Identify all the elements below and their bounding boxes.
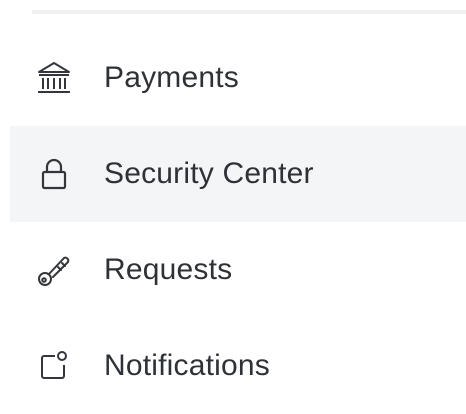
- menu-item-security-center[interactable]: Security Center: [10, 126, 466, 222]
- lock-icon: [34, 154, 74, 194]
- top-divider: [32, 10, 466, 14]
- menu-item-requests[interactable]: Requests: [10, 222, 466, 318]
- menu-item-label: Requests: [104, 253, 233, 286]
- menu-item-notifications[interactable]: Notifications: [10, 318, 466, 414]
- menu-item-label: Security Center: [104, 157, 314, 190]
- key-icon: [34, 250, 74, 290]
- menu-item-label: Notifications: [104, 349, 271, 382]
- bank-icon: [34, 58, 74, 98]
- notification-icon: [34, 346, 74, 386]
- menu-item-payments[interactable]: Payments: [10, 30, 466, 126]
- menu-item-label: Payments: [104, 61, 239, 94]
